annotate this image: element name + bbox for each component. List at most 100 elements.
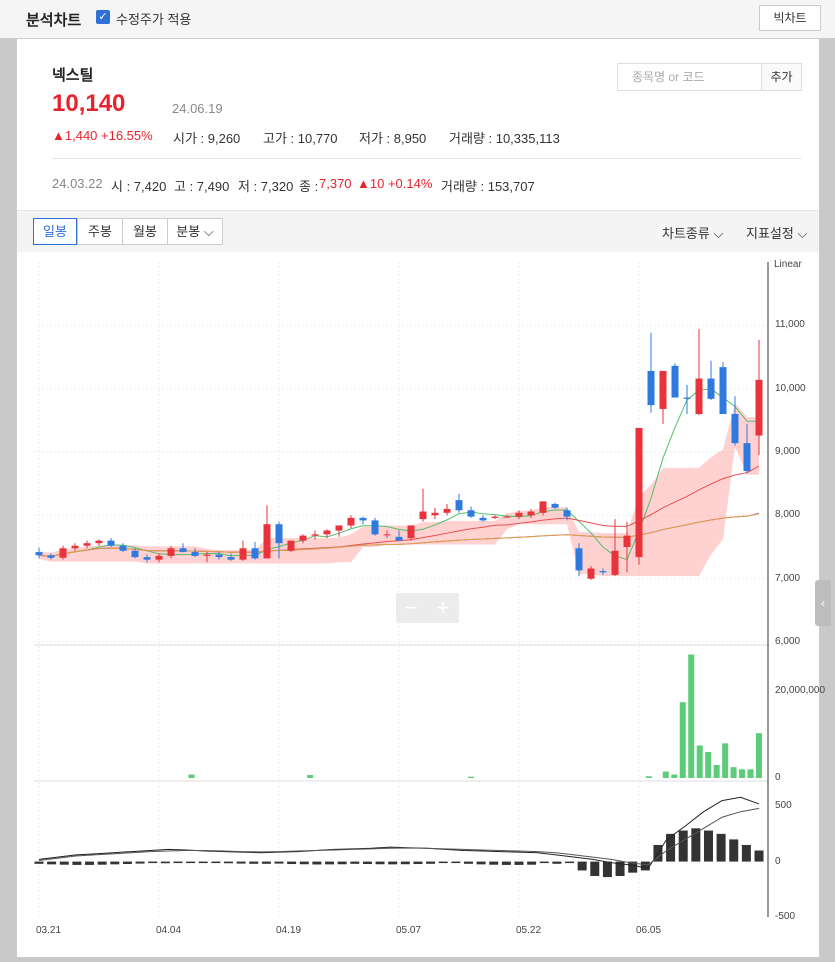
candle: [695, 378, 703, 414]
prev-low: 저 : 7,320: [238, 179, 294, 194]
macd-histogram-bar: [552, 861, 562, 864]
candle: [107, 540, 115, 546]
high-price: 고가 : 10,770: [263, 131, 338, 146]
add-button[interactable]: 추가: [762, 63, 802, 91]
macd-histogram-bar: [249, 861, 259, 864]
macd-histogram-bar: [514, 861, 524, 865]
volume-bar: [756, 733, 762, 778]
candle: [719, 367, 727, 414]
macd-histogram-bar: [754, 850, 764, 862]
adjusted-price-label[interactable]: 수정주가 적용: [116, 9, 191, 28]
candle: [743, 443, 751, 471]
candle: [671, 365, 679, 398]
big-chart-button[interactable]: 빅차트: [759, 5, 821, 31]
prev-close: 7,370: [319, 176, 352, 191]
tab-monthly[interactable]: 월봉: [122, 218, 168, 245]
tab-weekly[interactable]: 주봉: [77, 218, 123, 245]
macd-histogram-bar: [34, 861, 44, 864]
candle: [119, 545, 127, 551]
macd-histogram-bar: [337, 861, 347, 865]
macd-histogram-bar: [375, 861, 385, 865]
stock-chart[interactable]: [34, 262, 769, 917]
tab-daily[interactable]: 일봉: [33, 218, 77, 245]
macd-histogram-bar: [299, 861, 309, 865]
macd-histogram-bar: [716, 833, 726, 862]
signal-line: [38, 807, 760, 866]
macd-histogram-bar: [438, 861, 448, 864]
macd-histogram-bar: [501, 861, 511, 865]
macd-histogram-bar: [350, 861, 360, 864]
chevron-down-icon: ⌵: [793, 226, 808, 241]
candle: [239, 548, 247, 560]
candle: [443, 509, 451, 513]
candle: [503, 516, 511, 518]
date-tick-label: 04.04: [156, 925, 182, 936]
macd-histogram-bar: [223, 861, 233, 864]
indicator-settings-dropdown[interactable]: 지표설정 ⌵: [746, 223, 807, 242]
macd-histogram-bar: [312, 861, 322, 865]
candle: [83, 543, 91, 546]
macd-histogram-bar: [590, 861, 600, 876]
macd-histogram-bar: [173, 861, 183, 864]
candle: [455, 500, 463, 511]
candle: [167, 548, 175, 556]
candle: [311, 534, 319, 536]
candle: [227, 557, 235, 560]
candle: [575, 548, 583, 571]
macd-histogram-bar: [678, 830, 688, 862]
macd-histogram-bar: [451, 861, 461, 864]
chart-type-dropdown[interactable]: 차트종류 ⌵: [662, 223, 723, 242]
current-price: 10,140: [52, 90, 126, 117]
prev-change: ▲10 +0.14%: [357, 176, 433, 191]
price-tick-label: 6,000: [775, 636, 801, 647]
chevron-down-icon: ⌵: [200, 224, 214, 239]
candle: [299, 535, 307, 541]
candle: [467, 510, 475, 517]
price-tick-label: 11,000: [775, 319, 805, 331]
candle: [371, 520, 379, 535]
macd-histogram-bar: [489, 861, 499, 865]
candle: [491, 516, 499, 518]
candle: [587, 568, 595, 579]
volume-bar: [671, 774, 678, 778]
tab-minute[interactable]: 분봉 ⌵: [167, 218, 223, 245]
macd-histogram-bar: [287, 861, 297, 865]
date-tick-label: 05.07: [396, 925, 422, 936]
volume-bar: [307, 774, 314, 778]
macd-histogram-bar: [640, 861, 650, 871]
volume-bar: [679, 702, 686, 778]
prev-close-label: 종 :: [299, 179, 319, 194]
candle: [407, 525, 415, 539]
macd-histogram-bar: [527, 861, 537, 865]
macd-histogram-bar: [261, 861, 271, 864]
macd-histogram-bar: [122, 861, 132, 865]
date-tick-label: 03.21: [36, 925, 62, 936]
candle: [275, 524, 283, 544]
candle: [287, 540, 295, 551]
adjusted-price-checkbox[interactable]: ✓: [96, 10, 110, 24]
volume-bar: [645, 776, 652, 778]
macd-histogram-bar: [577, 861, 587, 871]
candle: [95, 540, 103, 544]
date-tick-label: 06.05: [636, 925, 662, 936]
volume-bar: [713, 765, 720, 778]
prev-open: 시 : 7,420: [111, 179, 167, 194]
macd-histogram-bar: [400, 861, 410, 865]
macd-histogram-bar: [388, 861, 398, 865]
top-bar: 분석차트 ✓ 수정주가 적용 빅차트: [0, 0, 835, 38]
macd-histogram-bar: [565, 861, 575, 864]
trade-volume: 거래량 : 10,335,113: [449, 131, 560, 146]
candle: [47, 555, 55, 558]
zoom-in-button[interactable]: +: [428, 593, 458, 622]
macd-histogram-bar: [274, 861, 284, 864]
chevron-down-icon: ⌵: [709, 226, 724, 241]
candle: [599, 571, 607, 573]
side-panel-handle[interactable]: ‹: [815, 580, 831, 626]
prev-date: 24.03.22: [52, 176, 103, 191]
search-input[interactable]: 종목명 or 코드: [617, 63, 762, 91]
zoom-out-button[interactable]: −: [396, 593, 426, 622]
candle: [191, 552, 199, 556]
macd-histogram-bar: [413, 861, 423, 865]
candle: [515, 512, 523, 517]
chart-type-label: 차트종류: [662, 226, 710, 241]
